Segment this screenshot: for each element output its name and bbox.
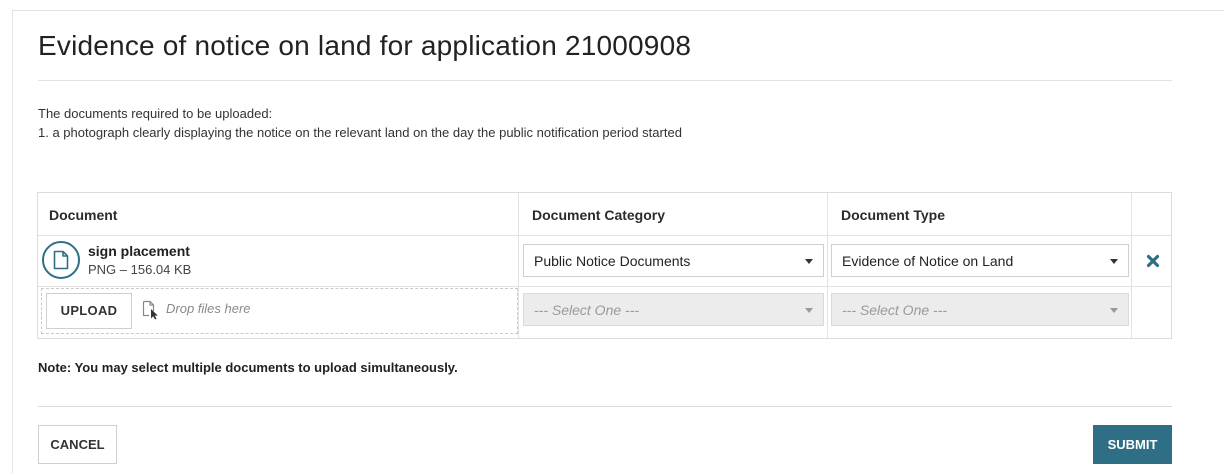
new-document-category-select[interactable]: --- Select One ---: [523, 293, 824, 326]
file-drop-zone[interactable]: UPLOAD Drop files here: [41, 288, 518, 334]
column-divider: [827, 193, 828, 338]
column-header-category: Document Category: [532, 207, 666, 223]
chevron-down-icon: [805, 259, 813, 264]
close-icon: [1146, 254, 1160, 268]
file-name: sign placement: [88, 243, 190, 259]
document-category-select[interactable]: Public Notice Documents: [523, 244, 824, 277]
instructions: The documents required to be uploaded: 1…: [38, 104, 682, 142]
row-divider: [38, 286, 1171, 287]
upload-button[interactable]: UPLOAD: [46, 293, 132, 329]
page-title: Evidence of notice on land for applicati…: [38, 30, 692, 61]
document-type-value: Evidence of Notice on Land: [842, 253, 1014, 269]
remove-document-button[interactable]: [1145, 253, 1161, 269]
cancel-button[interactable]: CANCEL: [38, 425, 117, 464]
column-header-document: Document: [49, 207, 118, 223]
documents-table: Document Document Category Document Type…: [37, 192, 1172, 339]
type-placeholder: --- Select One ---: [842, 302, 948, 318]
file-icon: [42, 241, 80, 279]
instructions-item: 1. a photograph clearly displaying the n…: [38, 125, 682, 140]
upload-note: Note: You may select multiple documents …: [38, 360, 458, 375]
document-category-value: Public Notice Documents: [534, 253, 691, 269]
column-header-type: Document Type: [841, 207, 945, 223]
document-type-select[interactable]: Evidence of Notice on Land: [831, 244, 1129, 277]
drop-files-hint: Drop files here: [166, 301, 251, 316]
instructions-heading: The documents required to be uploaded:: [38, 106, 273, 121]
submit-button[interactable]: SUBMIT: [1093, 425, 1172, 464]
row-divider: [38, 235, 1171, 236]
chevron-down-icon: [1110, 259, 1118, 264]
new-document-type-select[interactable]: --- Select One ---: [831, 293, 1129, 326]
file-pointer-icon: [142, 300, 160, 325]
title-divider: [38, 80, 1172, 81]
column-divider: [518, 193, 519, 338]
footer-divider: [38, 406, 1172, 407]
chevron-down-icon: [805, 308, 813, 313]
column-divider: [1131, 193, 1132, 338]
category-placeholder: --- Select One ---: [534, 302, 640, 318]
file-meta: PNG – 156.04 KB: [88, 262, 192, 277]
chevron-down-icon: [1110, 308, 1118, 313]
